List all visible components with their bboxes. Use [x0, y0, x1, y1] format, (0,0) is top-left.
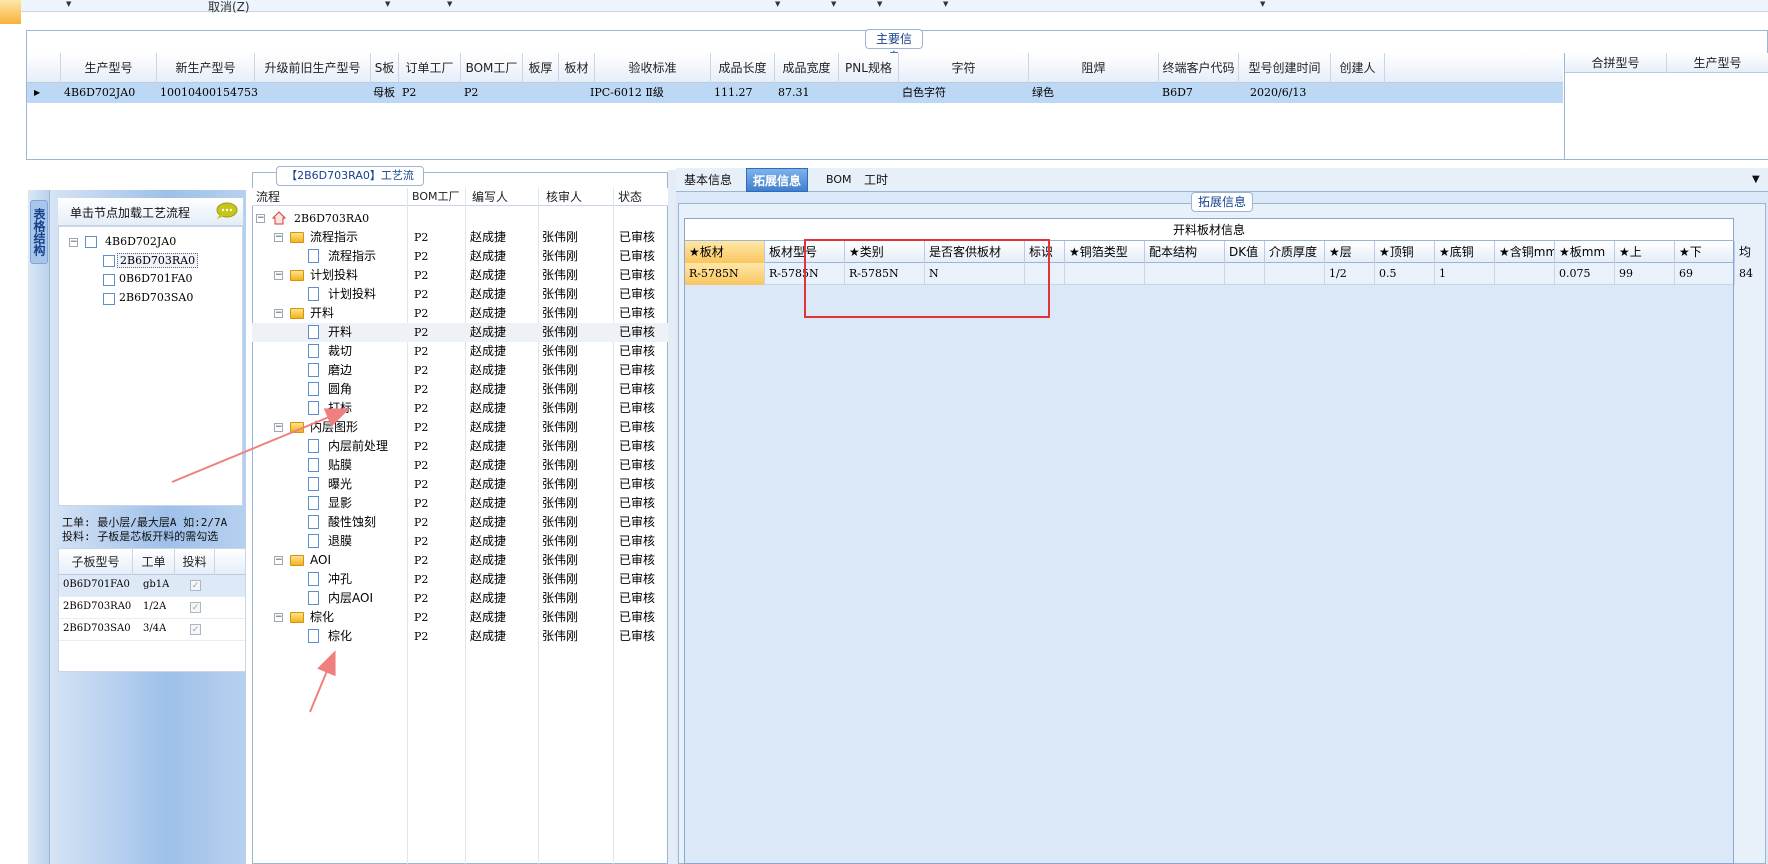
annotation-arrow	[309, 650, 336, 713]
annotation-arrows	[171, 408, 350, 713]
annotation-arrow	[171, 408, 350, 483]
